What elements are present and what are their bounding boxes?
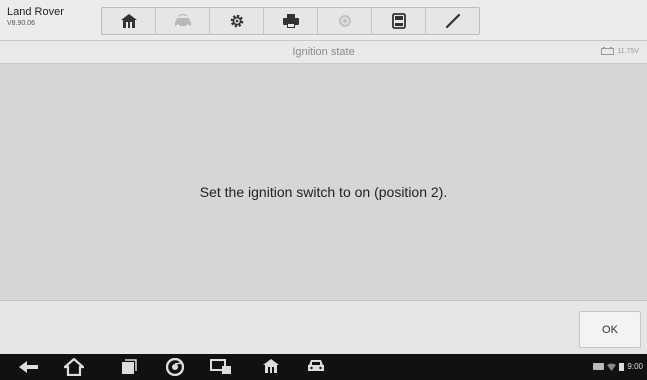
top-header: Land Rover V8.90.06	[0, 0, 647, 41]
home-button[interactable]	[102, 8, 156, 34]
page-header: Ignition state 11.75V	[0, 41, 647, 64]
clock: 9:00	[627, 362, 643, 371]
house-icon	[64, 358, 84, 376]
vehicle-menu-button[interactable]	[306, 358, 326, 374]
instruction-message: Set the ignition switch to on (position …	[199, 184, 448, 200]
main-content: Set the ignition switch to on (position …	[0, 64, 647, 300]
software-version: V8.90.06	[7, 20, 36, 27]
wifi-icon	[607, 363, 617, 371]
vehicle-swap-button[interactable]	[156, 8, 210, 34]
help-icon	[338, 15, 351, 27]
home-icon	[120, 14, 137, 28]
page-title: Ignition state	[292, 46, 355, 58]
pen-icon	[445, 13, 460, 29]
vehicle-swap-icon	[174, 14, 191, 28]
diagnostics-home-button[interactable]	[262, 358, 280, 374]
vehicle-info: Land Rover V8.90.06	[7, 6, 64, 29]
back-arrow-icon	[19, 361, 38, 373]
back-button[interactable]	[18, 358, 40, 376]
car-icon	[308, 360, 324, 371]
vehicle-name: Land Rover	[7, 6, 64, 18]
screen-share-icon	[210, 359, 231, 374]
battery-icon	[601, 47, 615, 55]
save-button[interactable]	[372, 8, 426, 34]
save-icon	[391, 13, 406, 29]
printer-icon	[282, 14, 299, 28]
footer-bar: OK	[0, 300, 647, 354]
browser-button[interactable]	[166, 358, 184, 376]
toolbar	[101, 7, 480, 35]
settings-gear-icon	[230, 14, 243, 28]
android-nav-bar: 9:00	[0, 354, 647, 380]
recent-apps-button[interactable]	[120, 358, 138, 376]
screen-share-button[interactable]	[210, 358, 232, 376]
ok-button[interactable]: OK	[579, 311, 641, 348]
settings-button[interactable]	[210, 8, 264, 34]
help-button[interactable]	[318, 8, 372, 34]
home-icon	[263, 359, 279, 373]
home-nav-button[interactable]	[64, 358, 84, 376]
print-button[interactable]	[264, 8, 318, 34]
keyboard-icon	[593, 363, 605, 370]
battery-status: 11.75V	[601, 47, 639, 55]
system-status: 9:00	[593, 362, 643, 371]
chrome-icon	[166, 358, 184, 376]
battery-icon	[619, 363, 625, 371]
recent-apps-icon	[122, 359, 137, 374]
annotate-button[interactable]	[426, 8, 479, 34]
battery-voltage: 11.75V	[617, 47, 639, 55]
